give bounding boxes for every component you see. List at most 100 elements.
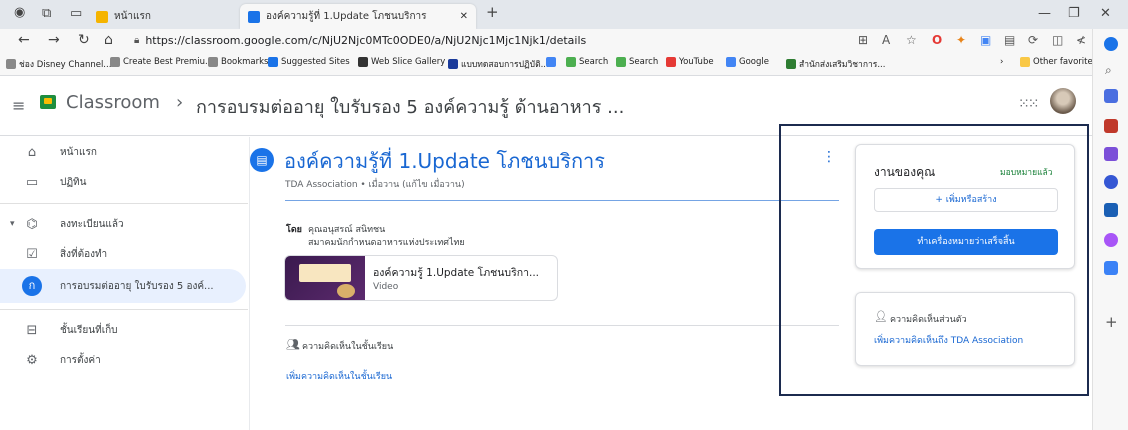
video-thumbnail xyxy=(285,256,365,300)
apps-grid-icon[interactable]: ⁙⁙ xyxy=(1018,96,1040,112)
address-bar[interactable]: 🔒︎ https://classroom.google.com/c/NjU2Nj… xyxy=(134,31,854,50)
extension-icon[interactable]: ▣ xyxy=(980,33,991,47)
breadcrumb-course[interactable]: การอบรมต่ออายุ ใบรับรอง 5 องค์ความรู้ ด้… xyxy=(196,92,624,121)
close-window-button[interactable]: ✕ xyxy=(1100,6,1111,21)
video-attachment[interactable]: องค์ความรู้ 1.Update โภชนบริกา... Video xyxy=(284,255,558,301)
add-class-comment-link[interactable]: เพิ่มความคิดเห็นในชั้นเรียน xyxy=(286,369,392,383)
private-comments-title: ความคิดเห็นส่วนตัว xyxy=(890,315,967,325)
home-tab-favicon xyxy=(96,10,108,23)
bookmark-item[interactable]: Suggested Sites xyxy=(268,57,350,67)
youtube-icon xyxy=(666,57,676,67)
other-favorites[interactable]: Other favorites xyxy=(1020,57,1097,67)
minimize-button[interactable]: — xyxy=(1038,6,1051,21)
add-sidebar-app-icon[interactable]: + xyxy=(1105,313,1118,331)
games-icon[interactable] xyxy=(1104,147,1118,161)
caret-down-icon[interactable]: ▾ xyxy=(10,219,15,229)
tab-actions-icon[interactable]: ▭ xyxy=(70,6,82,21)
sidebar-item-home[interactable]: ⌂ หน้าแรก xyxy=(0,137,248,167)
breadcrumb-separator: › xyxy=(176,92,184,113)
web-slice-icon xyxy=(358,57,368,67)
bookmark-item[interactable]: ช่อง Disney Channel... xyxy=(6,57,111,71)
bookmark-item[interactable]: Google xyxy=(726,57,769,67)
workspaces-icon[interactable]: ⧉ xyxy=(42,6,51,21)
assignment-icon: ▤ xyxy=(250,148,274,172)
designer-icon[interactable] xyxy=(1104,233,1118,247)
sidebar-item-course[interactable]: ก การอบรมต่ออายุ ใบรับรอง 5 องค์... xyxy=(0,269,246,303)
bing-icon xyxy=(268,57,278,67)
home-icon[interactable]: ⌂ xyxy=(104,31,113,49)
brand-name[interactable]: Classroom xyxy=(66,92,160,113)
avatar[interactable] xyxy=(1050,88,1076,114)
bookmarks-bar: ช่อง Disney Channel... Create Best Premi… xyxy=(0,52,1128,76)
status-badge: มอบหมายแล้ว xyxy=(1000,168,1053,178)
page-icon xyxy=(6,59,16,69)
sidebar-item-label: ชั้นเรียนที่เก็บ xyxy=(60,324,118,336)
new-tab-button[interactable]: + xyxy=(486,3,499,21)
browser-tab-strip: ◉ ⧉ ▭ หน้าแรก องค์ความรู้ที่ 1.Update โภ… xyxy=(0,0,1128,29)
settings-icon: ⚙ xyxy=(26,352,38,368)
sidebar-item-archived[interactable]: ⊟ ชั้นเรียนที่เก็บ xyxy=(0,315,248,345)
bookmark-item[interactable]: แบบทดสอบการปฏิบัติ... xyxy=(448,57,549,71)
bookmark-item[interactable]: Search xyxy=(566,57,608,67)
classroom-logo[interactable] xyxy=(40,95,56,109)
reload-icon[interactable]: ↻ xyxy=(78,31,90,49)
favorite-star-icon[interactable]: ☆ xyxy=(906,33,917,47)
bookmark-item[interactable]: YouTube xyxy=(666,57,714,67)
tab-home[interactable]: หน้าแรก xyxy=(88,4,228,29)
forward-icon[interactable]: → xyxy=(48,31,60,49)
close-tab-icon[interactable]: ✕ xyxy=(460,11,468,22)
bookmark-item[interactable]: Web Slice Gallery xyxy=(358,57,445,67)
back-icon[interactable]: ← xyxy=(18,31,30,49)
attachment-type: Video xyxy=(373,282,399,292)
url-text: https://classroom.google.com/c/NjU2Njc0M… xyxy=(145,34,587,47)
tab-label: องค์ความรู้ที่ 1.Update โภชนบริการ xyxy=(266,11,427,22)
todo-icon: ☑ xyxy=(26,246,38,262)
tools-icon[interactable] xyxy=(1104,175,1118,189)
copilot-icon[interactable] xyxy=(1104,37,1118,51)
collections-icon[interactable]: ▤ xyxy=(1004,33,1015,47)
add-private-comment-link[interactable]: เพิ่มความคิดเห็นถึง TDA Association xyxy=(874,333,1023,347)
main-menu-icon[interactable]: ≡ xyxy=(12,96,25,115)
sidebar-item-settings[interactable]: ⚙ การตั้งค่า xyxy=(0,345,248,375)
classroom-tab-favicon xyxy=(248,10,260,23)
bookmark-item[interactable]: สำนักส่งเสริมวิชาการ... xyxy=(786,57,885,71)
more-bookmarks-icon[interactable]: › xyxy=(1000,57,1003,67)
metamask-extension-icon[interactable]: ✦ xyxy=(956,33,966,47)
office-icon xyxy=(786,59,796,69)
author-name: คุณอนุสรณ์ สนิทชน xyxy=(308,225,386,235)
sidebar-item-enrolled[interactable]: ▾ ⌬ ลงทะเบียนแล้ว xyxy=(0,209,248,239)
sidebar-item-todo[interactable]: ☑ สิ่งที่ต้องทำ xyxy=(0,239,248,269)
organization-name: สมาคมนักกำหนดอาหารแห่งประเทศไทย xyxy=(308,238,465,248)
folder-icon xyxy=(1020,57,1030,67)
bookmark-item[interactable]: Bookmarks xyxy=(208,57,269,67)
favorites-icon[interactable]: ≮ xyxy=(1076,33,1086,47)
sidebar-item-label: สิ่งที่ต้องทำ xyxy=(60,248,108,260)
sidebar-item-calendar[interactable]: ▭ ปฏิทิน xyxy=(0,167,248,197)
people-icon: 👥︎ xyxy=(286,338,300,351)
restore-button[interactable]: ❐ xyxy=(1068,6,1080,21)
shopping-icon[interactable] xyxy=(1104,119,1118,133)
sidebar-item-label: การอบรมต่ออายุ ใบรับรอง 5 องค์... xyxy=(60,280,214,292)
add-or-create-button[interactable]: + เพิ่มหรือสร้าง xyxy=(874,188,1058,212)
profile-icon[interactable]: ◉ xyxy=(14,5,25,20)
split-view-icon[interactable]: ◫ xyxy=(1052,33,1063,47)
tag-icon[interactable] xyxy=(1104,89,1118,103)
bookmark-item[interactable]: Create Best Premiu... xyxy=(110,57,213,67)
mark-as-done-button[interactable]: ทำเครื่องหมายว่าเสร็จสิ้น xyxy=(874,229,1058,255)
tab-post[interactable]: องค์ความรู้ที่ 1.Update โภชนบริการ ✕ xyxy=(240,4,476,29)
bookmark-item[interactable] xyxy=(546,57,556,67)
drop-icon[interactable] xyxy=(1104,261,1118,275)
refresh-extension-icon[interactable]: ⟳ xyxy=(1028,33,1038,47)
split-screen-icon[interactable]: ⊞ xyxy=(858,33,868,47)
bookmark-item[interactable]: Search xyxy=(616,57,658,67)
google-icon xyxy=(546,57,556,67)
private-comments-card: 👤︎ ความคิดเห็นส่วนตัว เพิ่มความคิดเห็นถึ… xyxy=(855,292,1075,366)
opera-extension-icon[interactable]: O xyxy=(932,33,942,47)
sidebar-item-label: ลงทะเบียนแล้ว xyxy=(60,218,124,230)
google-icon xyxy=(726,57,736,67)
by-label: โดย xyxy=(286,225,302,235)
read-aloud-icon[interactable]: A xyxy=(882,33,890,47)
outlook-icon[interactable] xyxy=(1104,203,1118,217)
calendar-icon: ▭ xyxy=(25,174,39,190)
search-icon[interactable]: ⌕ xyxy=(1105,63,1112,78)
